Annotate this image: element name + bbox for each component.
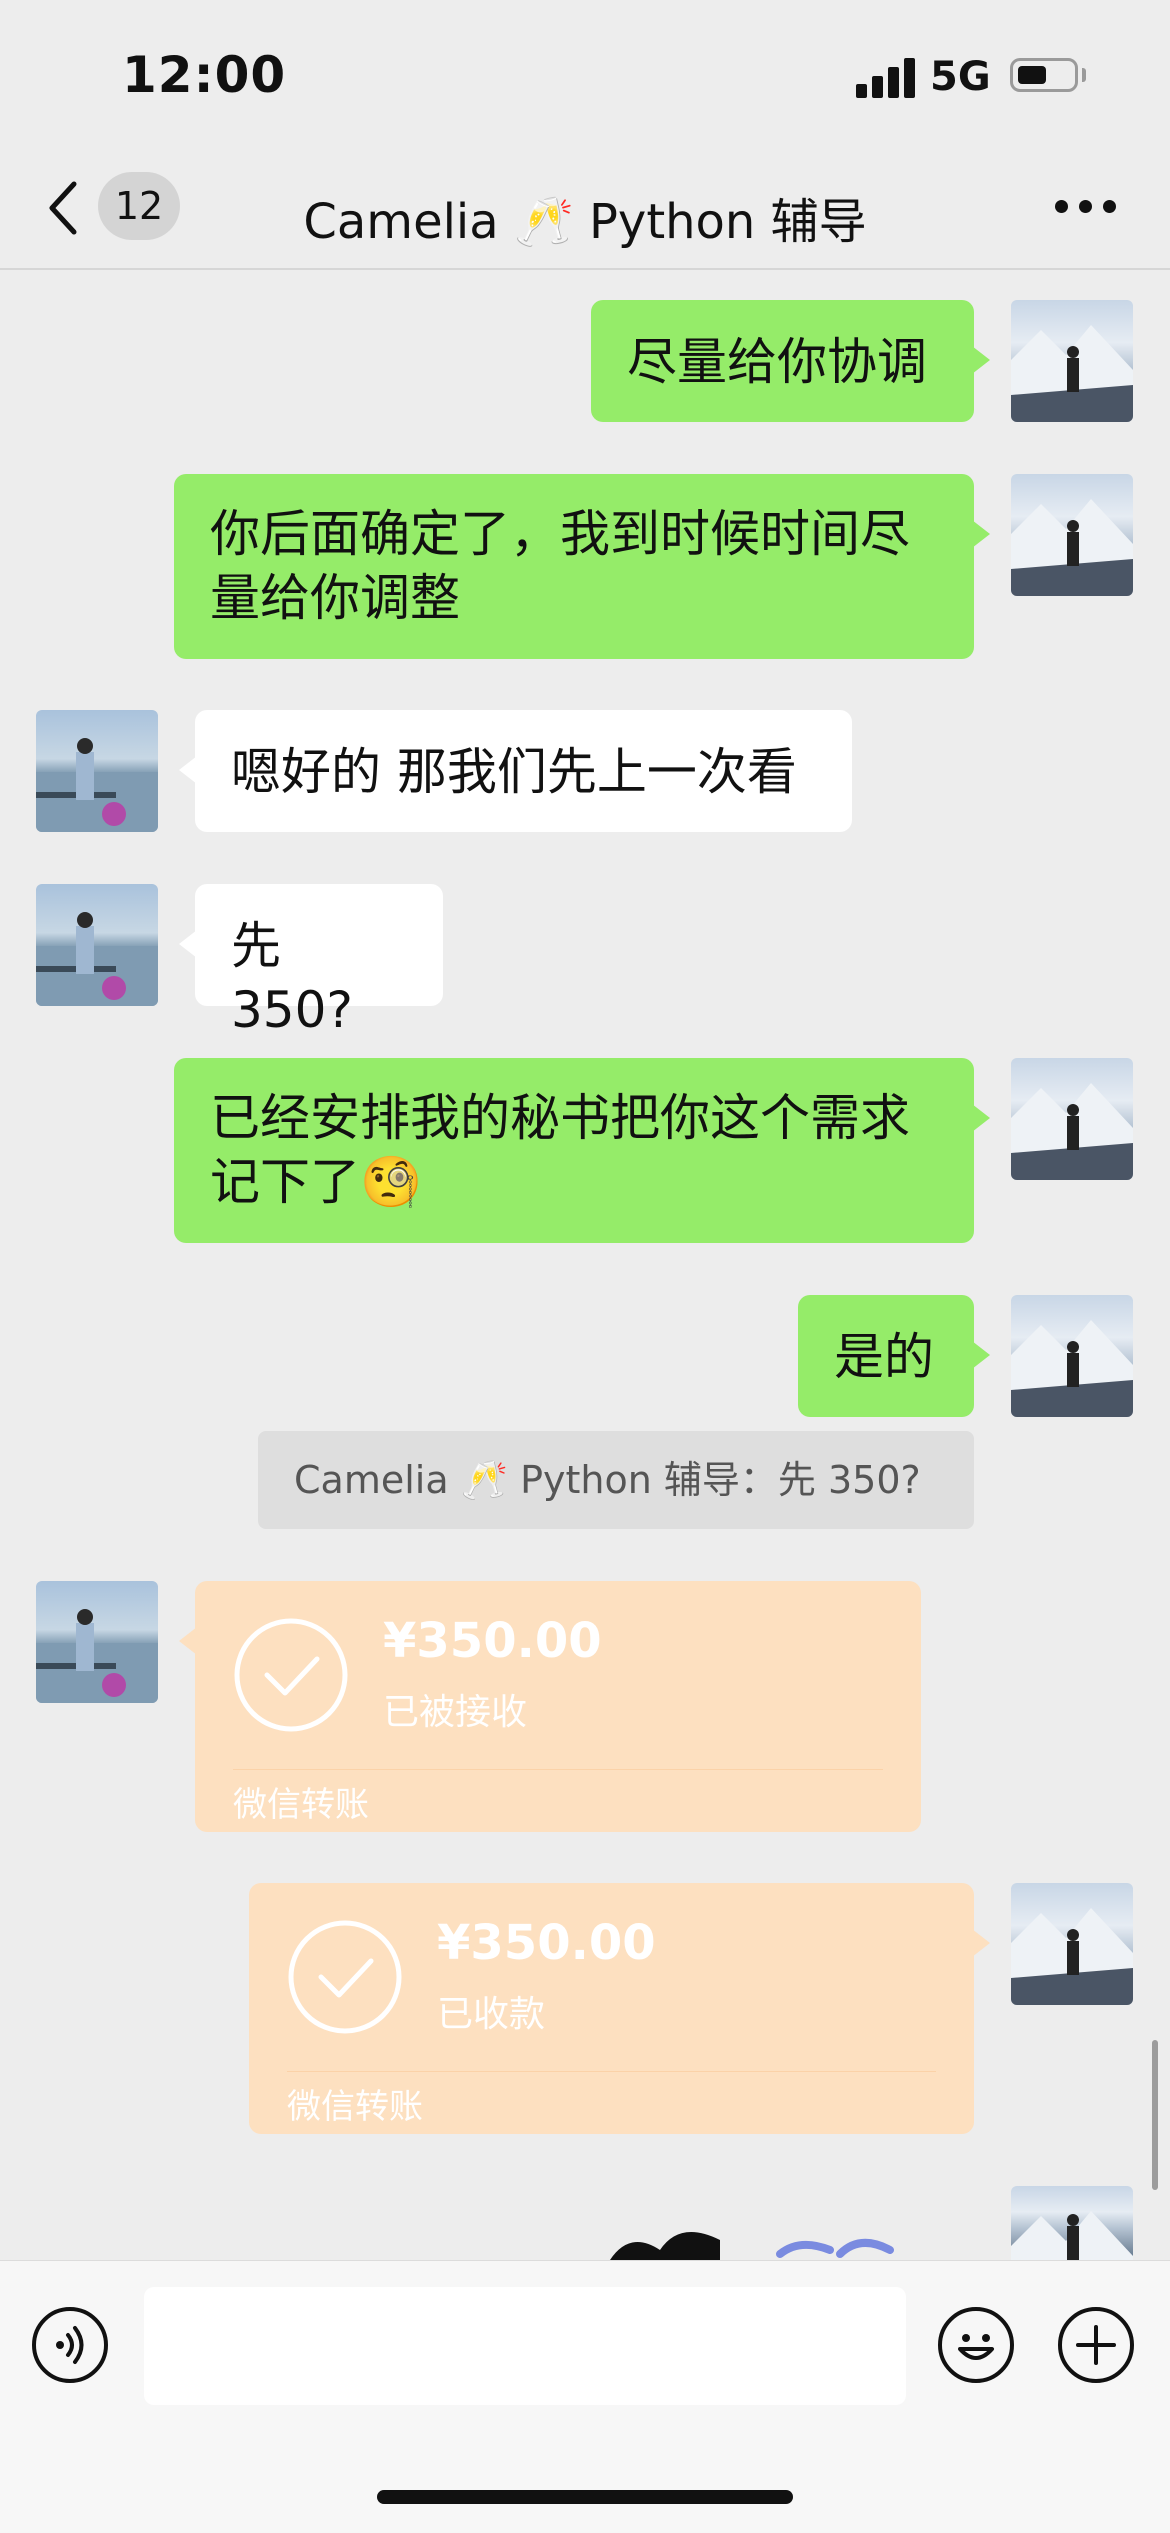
- transfer-card[interactable]: ¥350.00 已收款 微信转账: [249, 1883, 990, 2134]
- check-circle-icon: [233, 1617, 349, 1733]
- back-chevron-icon[interactable]: [40, 176, 90, 240]
- message-input[interactable]: [144, 2287, 906, 2405]
- message-text-line: 记下了🧐: [210, 1153, 423, 1211]
- contact-avatar[interactable]: [36, 710, 158, 832]
- quoted-message[interactable]: Camelia 🥂 Python 辅导：先 350?: [258, 1431, 974, 1529]
- unread-badge[interactable]: 12: [98, 172, 180, 240]
- transfer-amount: ¥350.00: [437, 1915, 656, 1971]
- transfer-status: 已被接收: [383, 1692, 528, 1733]
- message-bubble-received[interactable]: 先 350?: [179, 884, 443, 1039]
- message-text: 是的: [834, 1328, 934, 1386]
- check-circle-icon: [287, 1919, 403, 2035]
- my-avatar[interactable]: [1011, 1058, 1133, 1180]
- voice-input-icon[interactable]: [32, 2307, 108, 2383]
- message-bubble-sent[interactable]: 你后面确定了，我到时候时间尽 量给你调整: [174, 474, 990, 659]
- home-indicator: [377, 2490, 793, 2504]
- transfer-footer: 微信转账: [287, 2087, 423, 2127]
- sticker-message[interactable]: [590, 2220, 940, 2260]
- transfer-status: 已收款: [437, 1994, 546, 2035]
- message-bubble-sent[interactable]: 是的: [798, 1295, 990, 1417]
- message-bubble-sent[interactable]: 尽量给你协调: [591, 300, 990, 422]
- message-text: 嗯好的 那我们先上一次看: [231, 743, 797, 801]
- contact-avatar[interactable]: [36, 884, 158, 1006]
- network-label: 5G: [930, 54, 991, 100]
- message-bubble-received[interactable]: 嗯好的 那我们先上一次看: [179, 710, 852, 832]
- transfer-divider: [287, 2071, 936, 2072]
- signal-icon: [856, 58, 918, 98]
- battery-icon: [1010, 58, 1078, 92]
- transfer-divider: [233, 1769, 883, 1770]
- chat-title: Camelia 🥂 Python 辅导: [303, 194, 867, 250]
- transfer-footer: 微信转账: [233, 1785, 369, 1825]
- message-text: 先 350?: [231, 917, 353, 1039]
- message-text-line: 量给你调整: [210, 569, 460, 627]
- status-bar: 12:00 5G: [0, 0, 1170, 150]
- emoji-icon[interactable]: [938, 2307, 1014, 2383]
- my-avatar[interactable]: [1011, 2186, 1133, 2260]
- message-bubble-sent[interactable]: 已经安排我的秘书把你这个需求 记下了🧐: [174, 1058, 990, 1243]
- my-avatar[interactable]: [1011, 1295, 1133, 1417]
- transfer-card[interactable]: ¥350.00 已被接收 微信转账: [179, 1581, 921, 1832]
- my-avatar[interactable]: [1011, 300, 1133, 422]
- message-text: 尽量给你协调: [627, 333, 927, 391]
- battery-tip: [1082, 68, 1086, 82]
- chat-header: 12 Camelia 🥂 Python 辅导: [0, 150, 1170, 270]
- my-avatar[interactable]: [1011, 474, 1133, 596]
- message-text-line: 你后面确定了，我到时候时间尽: [210, 505, 910, 563]
- status-time: 12:00: [122, 46, 287, 104]
- add-plus-icon[interactable]: [1058, 2307, 1134, 2383]
- contact-avatar[interactable]: [36, 1581, 158, 1703]
- message-text-line: 已经安排我的秘书把你这个需求: [210, 1089, 910, 1147]
- transfer-amount: ¥350.00: [383, 1613, 602, 1669]
- chat-scrollbar[interactable]: [1152, 2040, 1158, 2190]
- my-avatar[interactable]: [1011, 1883, 1133, 2005]
- more-options-icon[interactable]: [1055, 200, 1116, 216]
